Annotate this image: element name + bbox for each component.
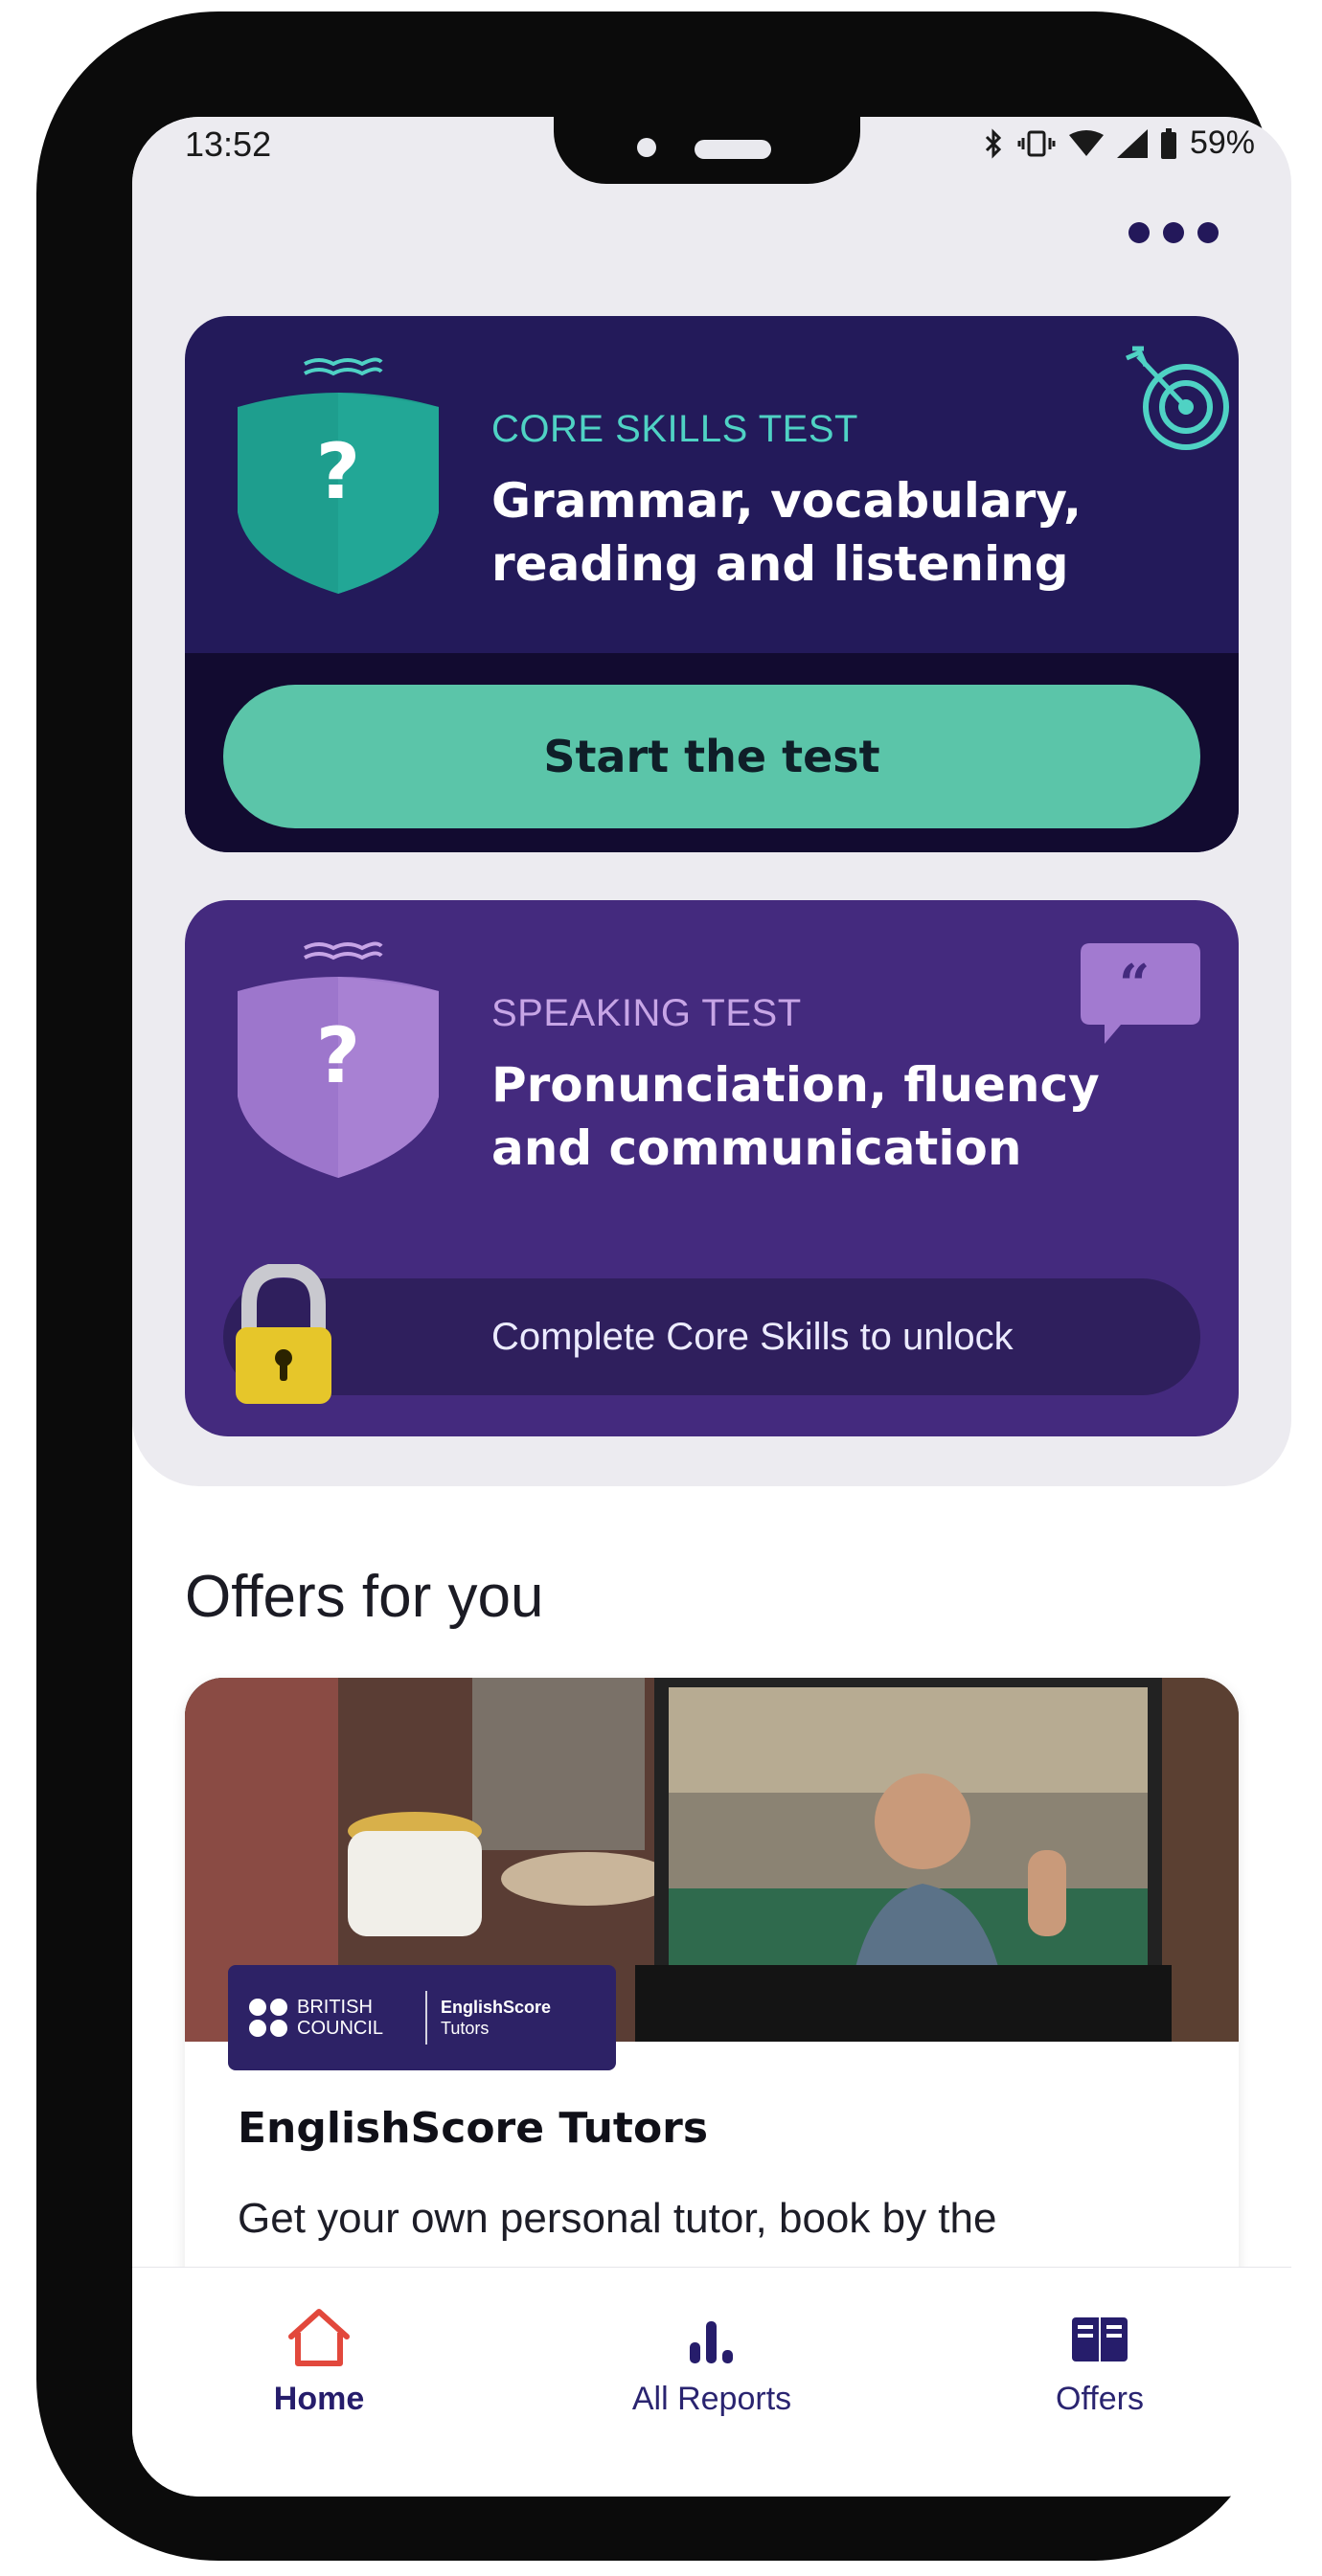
vibrate-icon [1017,130,1056,156]
speaker-grille [695,140,771,159]
british-council-badge: BRITISH COUNCIL EnglishScore Tutors [228,1965,616,2070]
nav-item-home[interactable]: Home [175,2306,463,2418]
signal-icon [1116,128,1148,158]
logo-dot [249,2020,266,2037]
bottom-navigation: Home All Reports Offers [132,2267,1291,2497]
bar-chart-icon [690,2321,733,2363]
quote-mark: “ [1119,953,1150,1016]
dot [1197,222,1219,243]
product-name-block: EnglishScore Tutors [441,1997,551,2039]
speaking-card-title: Pronunciation, fluency and communication [491,1057,1100,1176]
dot [1128,222,1150,243]
offers-heading: Offers for you [185,1564,544,1630]
bluetooth-icon [985,127,1002,159]
battery-icon [1160,127,1176,159]
logo-dot [270,1999,287,2016]
padlock-icon [236,1264,331,1404]
speaking-shield-icon: ? [238,941,439,1178]
logo-dot [249,1999,266,2016]
target-icon [1126,346,1229,450]
unlock-requirement-text: Complete Core Skills to unlock [491,1316,1014,1358]
brand-name: BRITISH COUNCIL [297,1997,384,2039]
nav-item-all-reports[interactable]: All Reports [568,2306,855,2418]
product-name: EnglishScore [441,1998,552,2017]
status-icons: 59% [983,124,1255,162]
offer-card-tutors[interactable]: BRITISH COUNCIL EnglishScore Tutors Engl… [185,1678,1239,2348]
nav-item-offers[interactable]: Offers [956,2306,1243,2418]
speaking-card-kicker: SPEAKING TEST [491,992,802,1034]
logo-dot [270,2020,287,2037]
badge-divider [425,1991,427,2045]
app-screen: 13:52 59% ? CORE SKILLS TEST Grammar, vo… [132,117,1291,2497]
core-card-footer: Start the test [185,653,1239,852]
tests-section: 13:52 59% ? CORE SKILLS TEST Grammar, vo… [132,117,1291,1486]
core-shield-symbol: ? [316,427,360,516]
speaking-shield-symbol: ? [316,1011,360,1100]
home-icon [288,2309,350,2366]
open-book-icon [1072,2317,1128,2361]
battery-level: 59% [1189,124,1255,161]
speech-bubble-icon: “ [1081,943,1200,1044]
core-skills-card[interactable]: ? CORE SKILLS TEST Grammar, vocabulary, … [185,316,1239,852]
nav-label-home: Home [273,2381,365,2417]
speaking-test-card[interactable]: ? SPEAKING TEST Pronunciation, fluency a… [185,900,1239,1436]
dot [1163,222,1184,243]
core-shield-icon: ? [238,357,439,594]
phone-frame: 13:52 59% ? CORE SKILLS TEST Grammar, vo… [36,11,1291,2561]
status-time: 13:52 [185,124,272,164]
camera-icon [637,138,656,157]
unlock-requirement-bar: Complete Core Skills to unlock [223,1264,1200,1404]
offer-description: Get your own personal tutor, book by the [238,2195,997,2242]
core-card-kicker: CORE SKILLS TEST [491,408,858,450]
more-dots-icon[interactable] [1128,222,1219,243]
core-card-title: Grammar, vocabulary, reading and listeni… [491,473,1083,592]
camera-notch [554,117,860,184]
offer-title: EnglishScore Tutors [238,2104,709,2153]
british-council-logo-icon [249,1999,287,2037]
product-sub: Tutors [441,2019,490,2038]
wifi-icon [1068,129,1104,156]
start-test-button[interactable]: Start the test [223,685,1200,828]
nav-label-offers: Offers [1056,2381,1144,2417]
nav-label-all-reports: All Reports [631,2381,792,2417]
